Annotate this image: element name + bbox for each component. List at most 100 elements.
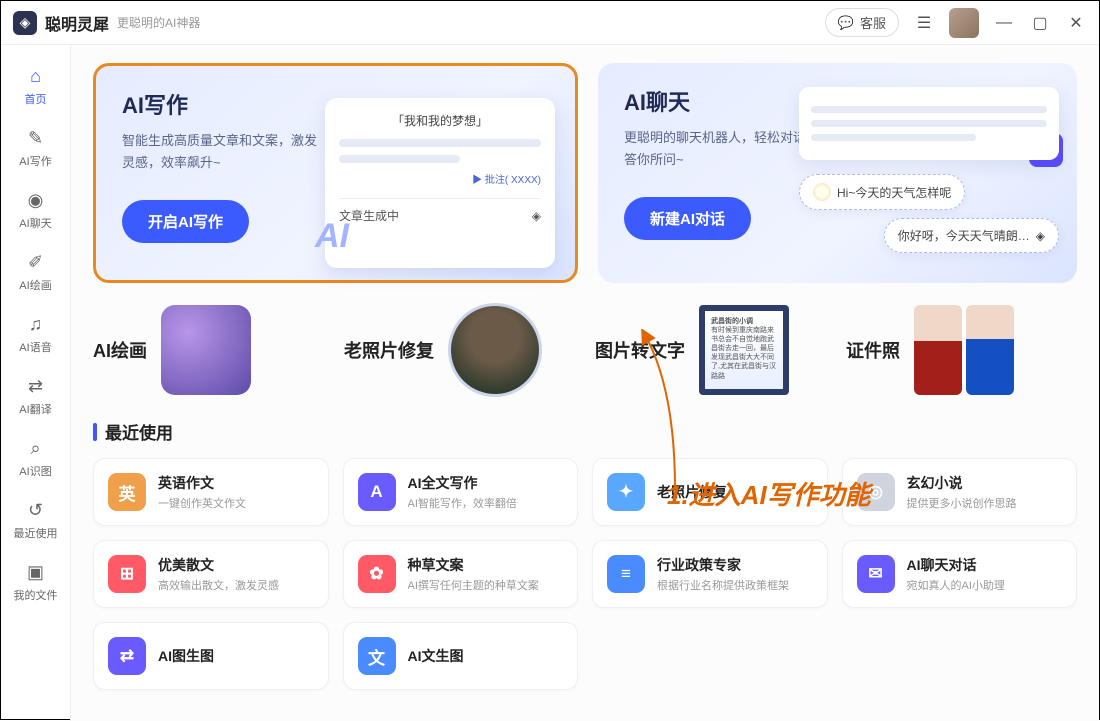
sidebar-item-voice[interactable]: ♫ AI语音 xyxy=(1,303,70,365)
recent-tile[interactable]: ⇄ AI图生图 xyxy=(93,622,329,690)
hero-card-chat[interactable]: AI聊天 更聪明的聊天机器人，轻松对话，答你所问~ 新建AI对话 ☺ Hi~今天… xyxy=(598,63,1077,283)
recent-tile[interactable]: ✉ AI聊天对话宛如真人的AI小助理 xyxy=(842,540,1078,608)
pen-icon: ✎ xyxy=(25,127,47,149)
ai-badge: AI xyxy=(315,217,349,256)
main-content: AI写作 智能生成高质量文章和文案，激发灵感，效率飙升~ 开启AI写作 AI 「… xyxy=(71,45,1099,721)
tile-title: 英语作文 xyxy=(158,473,246,493)
chat-desc: 更聪明的聊天机器人，轻松对话，答你所问~ xyxy=(624,127,824,171)
photo-thumb xyxy=(448,303,542,397)
sidebar: ⌂首页 ✎AI写作 ◉AI聊天 ✐AI绘画 ♫AI语音 ⇄AI翻译 ⌕AI识图 … xyxy=(1,45,71,721)
recent-tile[interactable]: A AI全文写作AI智能写作，效率翻倍 xyxy=(343,458,579,526)
scan-icon: ⌕ xyxy=(25,437,47,459)
tile-sub: 根据行业名称提供政策框架 xyxy=(657,577,789,593)
translate-icon: ⇄ xyxy=(25,375,47,397)
tile-sub: 高效输出散文，激发灵感 xyxy=(158,577,279,593)
clock-icon: ↺ xyxy=(25,499,47,521)
recent-tile[interactable]: ⊞ 优美散文高效输出散文，激发灵感 xyxy=(93,540,329,608)
recent-tile[interactable]: ◎ 玄幻小说提供更多小说创作思路 xyxy=(842,458,1078,526)
tile-icon: ✉ xyxy=(857,555,895,593)
feature-paint[interactable]: AI绘画 xyxy=(93,303,324,397)
write-desc: 智能生成高质量文章和文案，激发灵感，效率飙升~ xyxy=(122,130,322,174)
tile-icon: ⇄ xyxy=(108,637,146,675)
recent-tile[interactable]: ≡ 行业政策专家根据行业名称提供政策框架 xyxy=(592,540,828,608)
logo-small-icon: ◈ xyxy=(1036,229,1045,243)
logo-small-icon: ◈ xyxy=(532,209,541,223)
sidebar-item-translate[interactable]: ⇄AI翻译 xyxy=(1,365,70,427)
tile-sub: AI撰写任何主题的种草文案 xyxy=(408,577,539,593)
tile-icon: ✦ xyxy=(607,473,645,511)
sidebar-label: 首页 xyxy=(25,91,47,107)
sidebar-label: AI语音 xyxy=(19,339,51,355)
sidebar-item-paint[interactable]: ✐ AI绘画 xyxy=(1,241,70,303)
sidebar-label: 我的文件 xyxy=(14,587,58,603)
recent-tile[interactable]: ✿ 种草文案 AI撰写任何主题的种草文案 xyxy=(343,540,579,608)
tile-title: 种草文案 xyxy=(408,555,539,575)
doc-thumb: 武昌街的小调有时候到重庆南路来书总会不自觉地跑武昌街去走一回，最后发现武昌街大大… xyxy=(699,305,789,395)
folder-icon: ▣ xyxy=(25,561,47,583)
close-button[interactable]: ✕ xyxy=(1065,12,1087,34)
recent-tile[interactable]: 文 AI文生图 xyxy=(343,622,579,690)
feature-id-photo[interactable]: 证件照 xyxy=(846,303,1077,397)
tile-icon: 文 xyxy=(358,637,396,675)
minimize-button[interactable]: — xyxy=(993,12,1015,34)
sidebar-label: AI识图 xyxy=(19,463,51,479)
mock-note: ▶ 批注( XXXX) xyxy=(339,171,541,186)
chat-bubble-icon: ◉ xyxy=(25,189,47,211)
tile-sub: 提供更多小说创作思路 xyxy=(907,495,1017,511)
tile-title: 优美散文 xyxy=(158,555,279,575)
recent-tile[interactable]: 英 英语作文一键创作英文作文 xyxy=(93,458,329,526)
recent-grid: 英 英语作文一键创作英文作文A AI全文写作AI智能写作，效率翻倍✦ 老照片修复… xyxy=(93,458,1077,690)
app-name: 聪明灵犀 xyxy=(45,11,109,35)
hero-card-write[interactable]: AI写作 智能生成高质量文章和文案，激发灵感，效率飙升~ 开启AI写作 AI 「… xyxy=(93,63,578,283)
chat-bubble-2: 你好呀，今天天气晴朗… ◈ xyxy=(884,218,1059,253)
tile-icon: ≡ xyxy=(607,555,645,593)
tile-title: AI文生图 xyxy=(408,646,464,666)
app-logo-icon: ◈ xyxy=(13,11,37,35)
chat-icon: 💬 xyxy=(838,15,854,31)
tile-title: 老照片修复 xyxy=(657,482,727,502)
app-tagline: 更聪明的AI神器 xyxy=(117,14,200,31)
hamburger-menu-icon[interactable]: ☰ xyxy=(913,12,935,34)
sidebar-item-recent[interactable]: ↺ 最近使用 xyxy=(1,489,70,551)
tile-icon: 英 xyxy=(108,473,146,511)
feature-ocr[interactable]: 图片转文字武昌街的小调有时候到重庆南路来书总会不自觉地跑武昌街去走一回，最后发现… xyxy=(595,303,826,397)
sidebar-item-home[interactable]: ⌂ 首页 xyxy=(1,55,70,117)
sidebar-label: 最近使用 xyxy=(14,525,58,541)
user-avatar[interactable] xyxy=(949,8,979,38)
tile-icon: A xyxy=(358,473,396,511)
chat-mock: Hi~今天的天气怎样呢 你好呀，今天天气晴朗… ◈ xyxy=(799,87,1059,261)
tile-icon: ⊞ xyxy=(108,555,146,593)
feature-photo-restore[interactable]: 老照片修复 xyxy=(344,303,575,397)
tile-title: 玄幻小说 xyxy=(907,473,1017,493)
recent-tile[interactable]: ✦ 老照片修复 xyxy=(592,458,828,526)
chat-bubble-1: Hi~今天的天气怎样呢 xyxy=(799,174,965,210)
start-write-button[interactable]: 开启AI写作 xyxy=(122,200,249,243)
home-icon: ⌂ xyxy=(25,65,47,87)
face-icon xyxy=(813,183,831,201)
features-row: AI绘画 老照片修复 图片转文字武昌街的小调有时候到重庆南路来书总会不自觉地跑武… xyxy=(93,303,1077,397)
customer-service-button[interactable]: 💬 客服 xyxy=(825,8,899,37)
sidebar-item-chat[interactable]: ◉ AI聊天 xyxy=(1,179,70,241)
sidebar-label: AI聊天 xyxy=(19,215,51,231)
sidebar-item-ocr[interactable]: ⌕ AI识图 xyxy=(1,427,70,489)
tile-title: AI图生图 xyxy=(158,646,214,666)
tile-icon: ✿ xyxy=(358,555,396,593)
tile-sub: 一键创作英文作文 xyxy=(158,495,246,511)
sidebar-item-files[interactable]: ▣ 我的文件 xyxy=(1,551,70,613)
titlebar: ◈ 聪明灵犀 更聪明的AI神器 💬 客服 ☰ — ▢ ✕ xyxy=(1,1,1099,45)
tile-sub: 宛如真人的AI小助理 xyxy=(907,577,1005,593)
tile-title: 行业政策专家 xyxy=(657,555,789,575)
sidebar-label: AI写作 xyxy=(19,153,51,169)
tile-title: AI聊天对话 xyxy=(907,555,1005,575)
headphone-icon: ♫ xyxy=(25,313,47,335)
write-mock-window: AI 「我和我的梦想」 ▶ 批注( XXXX) 文章生成中◈ xyxy=(325,98,555,268)
sidebar-label: AI绘画 xyxy=(19,277,51,293)
cs-label: 客服 xyxy=(860,13,886,32)
new-chat-button[interactable]: 新建AI对话 xyxy=(624,197,751,240)
sidebar-item-write[interactable]: ✎ AI写作 xyxy=(1,117,70,179)
maximize-button[interactable]: ▢ xyxy=(1029,12,1051,34)
brush-icon: ✐ xyxy=(25,251,47,273)
tile-sub: AI智能写作，效率翻倍 xyxy=(408,495,517,511)
paint-thumb xyxy=(161,305,251,395)
mock-quote: 「我和我的梦想」 xyxy=(339,112,541,129)
